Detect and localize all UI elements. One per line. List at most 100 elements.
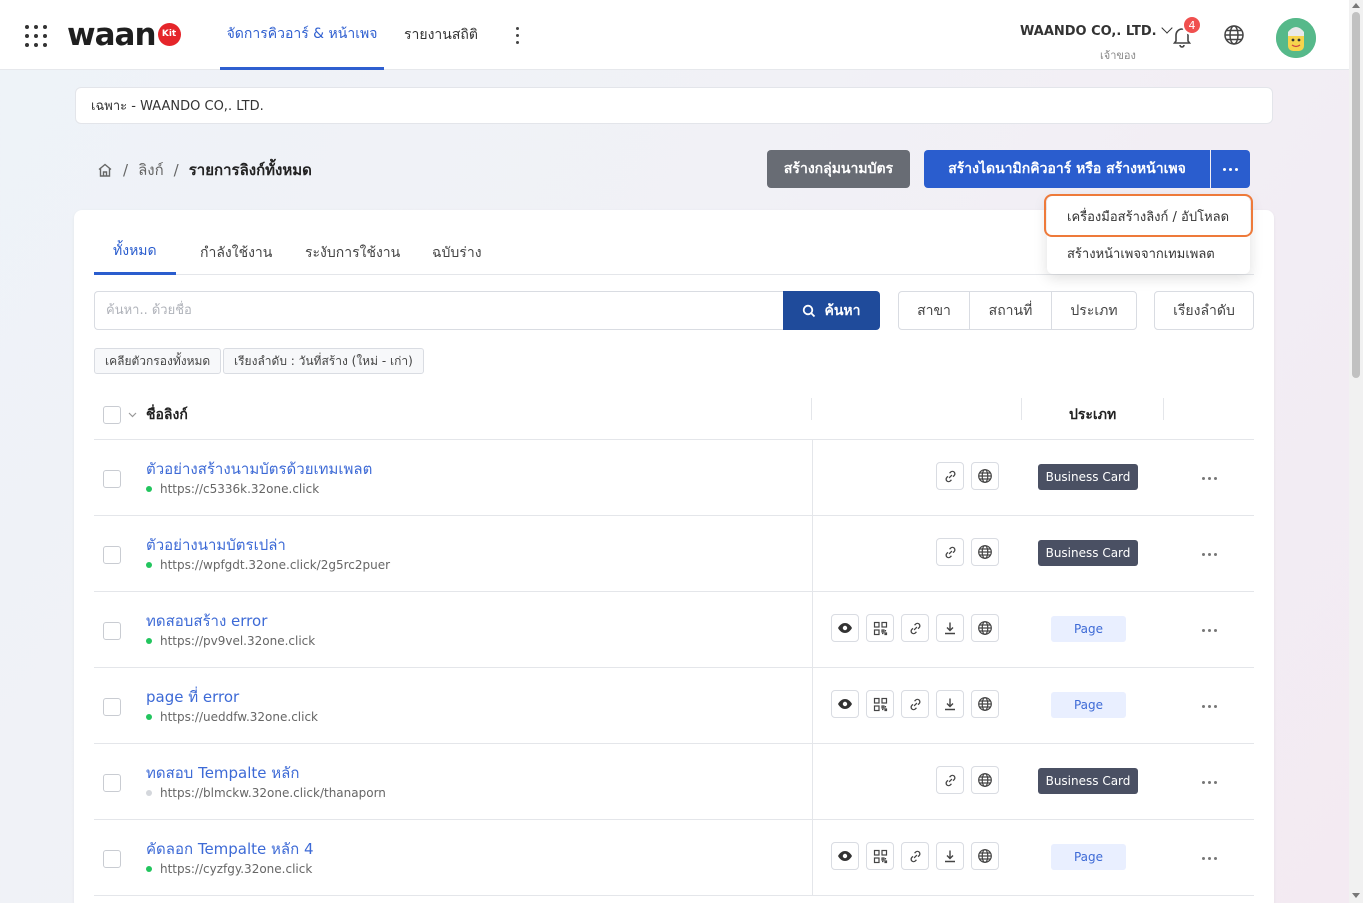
create-card-group-button[interactable]: สร้างกลุ่มนามบัตร bbox=[767, 150, 910, 188]
open-web-button[interactable] bbox=[971, 690, 999, 718]
qr-code-button[interactable] bbox=[866, 614, 894, 642]
link-title[interactable]: ทดสอบ Tempalte หลัก bbox=[146, 761, 299, 785]
select-all-checkbox[interactable] bbox=[103, 406, 121, 424]
open-web-button[interactable] bbox=[971, 538, 999, 566]
search-button[interactable]: ค้นหา bbox=[783, 291, 880, 330]
company-switcher[interactable]: WAANDO CO,. LTD. bbox=[1020, 22, 1173, 39]
table-row[interactable]: page ที่ error https://ueddfw.32one.clic… bbox=[94, 668, 1254, 744]
preview-button[interactable] bbox=[831, 842, 859, 870]
filter-location[interactable]: สถานที่ bbox=[970, 292, 1052, 329]
row-more-button[interactable] bbox=[1194, 620, 1224, 640]
open-web-button[interactable] bbox=[971, 842, 999, 870]
nav-tab-report[interactable]: รายงานสถิติ bbox=[404, 0, 478, 70]
link-title[interactable]: คัดลอก Tempalte หลัก 4 bbox=[146, 837, 314, 861]
apps-grid-icon[interactable] bbox=[25, 25, 47, 47]
qr-code-button[interactable] bbox=[866, 690, 894, 718]
globe-icon bbox=[978, 545, 992, 559]
scope-selector[interactable]: เฉพาะ - WAANDO CO,. LTD. bbox=[75, 87, 1273, 124]
tab-draft[interactable]: ฉบับร่าง bbox=[413, 230, 501, 275]
row-checkbox[interactable] bbox=[103, 622, 121, 640]
tab-all[interactable]: ทั้งหมด bbox=[94, 230, 176, 275]
type-badge: Page bbox=[1051, 692, 1126, 718]
open-web-button[interactable] bbox=[971, 614, 999, 642]
open-web-button[interactable] bbox=[971, 766, 999, 794]
column-divider bbox=[811, 398, 812, 420]
menu-item-page-from-template[interactable]: สร้างหน้าเพจจากเทมเพลต bbox=[1047, 234, 1250, 272]
menu-item-link-builder[interactable]: เครื่องมือสร้างลิงก์ / อัปโหลด bbox=[1047, 197, 1250, 235]
avatar[interactable] bbox=[1276, 18, 1316, 58]
table-header: ชื่อลิงก์ ประเภท bbox=[94, 390, 1254, 440]
scroll-up-arrow[interactable] bbox=[1352, 3, 1360, 8]
preview-button[interactable] bbox=[831, 690, 859, 718]
sort-chip[interactable]: เรียงลำดับ : วันที่สร้าง (ใหม่ - เก่า) bbox=[223, 348, 424, 374]
copy-link-button[interactable] bbox=[901, 842, 929, 870]
row-checkbox[interactable] bbox=[103, 470, 121, 488]
filter-branch[interactable]: สาขา bbox=[899, 292, 970, 329]
row-checkbox[interactable] bbox=[103, 850, 121, 868]
more-horizontal-icon bbox=[1201, 476, 1217, 480]
scroll-down-arrow[interactable] bbox=[1352, 893, 1360, 898]
copy-link-button[interactable] bbox=[936, 538, 964, 566]
download-icon bbox=[945, 622, 955, 635]
filter-type[interactable]: ประเภท bbox=[1052, 292, 1136, 329]
link-title[interactable]: ทดสอบสร้าง error bbox=[146, 609, 267, 633]
download-button[interactable] bbox=[936, 614, 964, 642]
row-more-button[interactable] bbox=[1194, 544, 1224, 564]
row-more-button[interactable] bbox=[1194, 696, 1224, 716]
copy-link-button[interactable] bbox=[936, 462, 964, 490]
row-checkbox[interactable] bbox=[103, 546, 121, 564]
table-row[interactable]: คัดลอก Tempalte หลัก 4 https://cyzfgy.32… bbox=[94, 820, 1254, 896]
download-button[interactable] bbox=[936, 690, 964, 718]
link-icon bbox=[945, 546, 955, 558]
more-menu-icon[interactable] bbox=[511, 25, 525, 47]
row-more-button[interactable] bbox=[1194, 468, 1224, 488]
link-url-text[interactable]: https://blmckw.32one.click/thanaporn bbox=[160, 786, 386, 800]
logo[interactable]: waan Kit bbox=[67, 16, 181, 54]
top-bar: waan Kit จัดการคิวอาร์ & หน้าเพจ รายงานส… bbox=[0, 0, 1349, 70]
link-icon bbox=[945, 470, 955, 482]
create-dynamic-qr-button[interactable]: สร้างไดนามิกคิวอาร์ หรือ สร้างหน้าเพจ bbox=[924, 150, 1210, 188]
type-badge: Business Card bbox=[1038, 768, 1138, 794]
copy-link-button[interactable] bbox=[936, 766, 964, 794]
link-title[interactable]: page ที่ error bbox=[146, 685, 239, 709]
copy-link-button[interactable] bbox=[901, 690, 929, 718]
column-divider bbox=[812, 744, 813, 820]
tab-suspended[interactable]: ระงับการใช้งาน bbox=[286, 230, 419, 275]
table-row[interactable]: ตัวอย่างนามบัตรเปล่า https://wpfgdt.32on… bbox=[94, 516, 1254, 592]
link-url-text[interactable]: https://c5336k.32one.click bbox=[160, 482, 319, 496]
logo-badge: Kit bbox=[157, 22, 181, 46]
row-more-button[interactable] bbox=[1194, 772, 1224, 792]
clear-filters-chip[interactable]: เคลียตัวกรองทั้งหมด bbox=[94, 348, 222, 374]
link-url-text[interactable]: https://pv9vel.32one.click bbox=[160, 634, 315, 648]
qr-code-icon bbox=[873, 621, 887, 635]
scroll-thumb[interactable] bbox=[1352, 12, 1360, 378]
language-globe-icon[interactable] bbox=[1222, 23, 1246, 47]
link-title[interactable]: ตัวอย่างนามบัตรเปล่า bbox=[146, 533, 286, 557]
more-create-options-button[interactable] bbox=[1211, 150, 1250, 188]
home-icon[interactable] bbox=[97, 162, 113, 178]
qr-code-button[interactable] bbox=[866, 842, 894, 870]
link-url-text[interactable]: https://cyzfgy.32one.click bbox=[160, 862, 312, 876]
table-row[interactable]: ทดสอบ Tempalte หลัก https://blmckw.32one… bbox=[94, 744, 1254, 820]
link-url-text[interactable]: https://ueddfw.32one.click bbox=[160, 710, 318, 724]
nav-tab-manage-qr[interactable]: จัดการคิวอาร์ & หน้าเพจ bbox=[220, 0, 384, 70]
search-input[interactable] bbox=[94, 291, 784, 330]
row-more-button[interactable] bbox=[1194, 848, 1224, 868]
copy-link-button[interactable] bbox=[901, 614, 929, 642]
preview-button[interactable] bbox=[831, 614, 859, 642]
table-row[interactable]: ตัวอย่างสร้างนามบัตรด้วยเทมเพลต https://… bbox=[94, 440, 1254, 516]
row-checkbox[interactable] bbox=[103, 774, 121, 792]
tab-active[interactable]: กำลังใช้งาน bbox=[181, 230, 291, 275]
link-title[interactable]: ตัวอย่างสร้างนามบัตรด้วยเทมเพลต bbox=[146, 457, 372, 481]
link-url-text[interactable]: https://wpfgdt.32one.click/2g5rc2puer bbox=[160, 558, 390, 572]
page-scrollbar[interactable] bbox=[1349, 0, 1363, 903]
globe-icon bbox=[978, 469, 992, 483]
breadcrumb-item-links[interactable]: ลิงก์ bbox=[138, 158, 164, 182]
sort-button[interactable]: เรียงลำดับ bbox=[1154, 291, 1254, 330]
open-web-button[interactable] bbox=[971, 462, 999, 490]
eye-icon bbox=[838, 699, 852, 709]
chevron-down-icon[interactable] bbox=[128, 412, 137, 418]
download-button[interactable] bbox=[936, 842, 964, 870]
table-row[interactable]: ทดสอบสร้าง error https://pv9vel.32one.cl… bbox=[94, 592, 1254, 668]
row-checkbox[interactable] bbox=[103, 698, 121, 716]
